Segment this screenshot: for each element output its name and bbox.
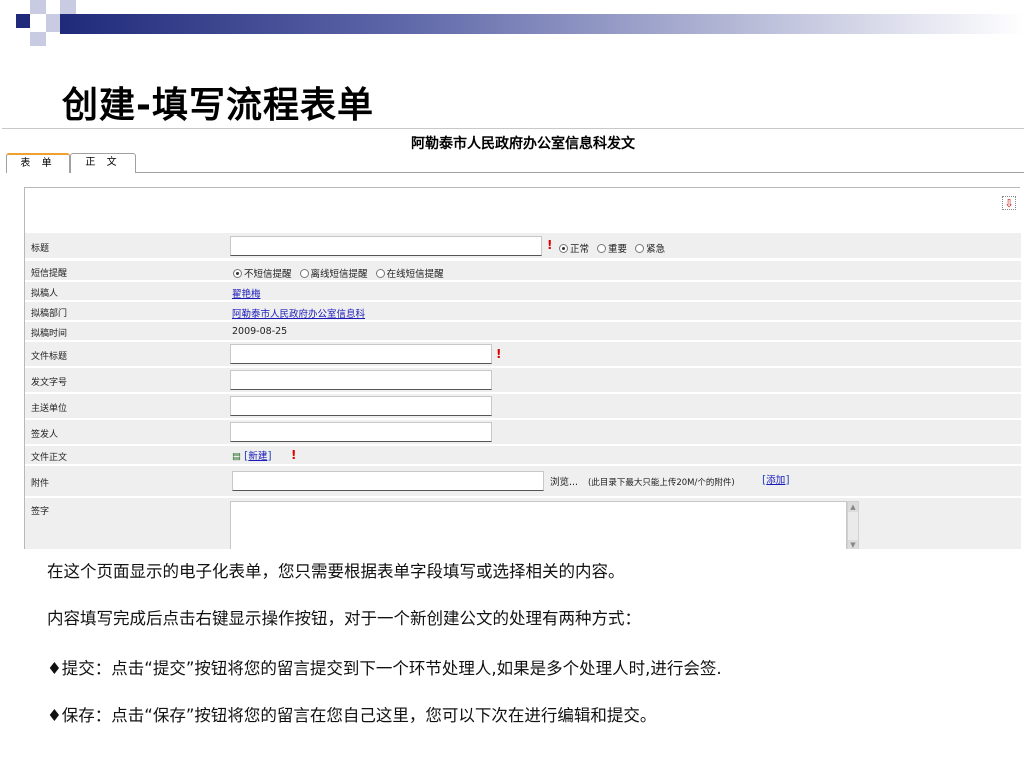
decor-square	[16, 14, 30, 28]
field-label: 拟稿部门	[31, 309, 68, 319]
tab-body[interactable]: 正 文	[70, 153, 136, 173]
field-label: 签字	[31, 507, 50, 517]
row-drafting-dept: 拟稿部门 阿勒泰市人民政府办公室信息科	[25, 302, 1021, 321]
header-gradient-band	[60, 14, 1024, 34]
slide-title: 创建-填写流程表单	[62, 85, 374, 126]
sms-radio-online[interactable]	[375, 269, 385, 278]
sms-radio-group: 不短信提醒 离线短信提醒 在线短信提醒	[233, 266, 444, 280]
required-mark: !	[496, 347, 502, 361]
row-signature: 签字 ▲ ▼	[25, 498, 1021, 549]
add-attachment: [添加]	[762, 473, 790, 486]
row-main-recipient: 主送单位	[25, 394, 1021, 419]
scroll-down-icon[interactable]: ▼	[848, 540, 858, 549]
required-mark: !	[547, 238, 553, 252]
main-recipient-input[interactable]	[230, 396, 492, 416]
note-bullet-submit: ♦提交：点击“提交”按钮将您的留言提交到下一个环节处理人,如果是多个处理人时,进…	[47, 659, 722, 678]
attachment-hint: (此目录下最大只能上传20M/个的附件)	[588, 478, 735, 488]
attachment-path-input[interactable]	[232, 471, 544, 491]
doc-body-controls: ▤ [新建]	[232, 449, 272, 462]
priority-option-label: 重要	[608, 244, 628, 255]
doc-title-input[interactable]	[230, 344, 492, 364]
field-label: 标题	[31, 244, 50, 254]
scroll-up-icon[interactable]: ▲	[848, 502, 858, 512]
priority-option-label: 正常	[570, 244, 590, 255]
row-doc-title: 文件标题 !	[25, 342, 1021, 367]
row-title: 标题 ! 正常 重要 紧急	[25, 233, 1021, 259]
row-attachment: 附件 浏览... (此目录下最大只能上传20M/个的附件) [添加]	[25, 466, 1021, 497]
decor-square	[30, 32, 46, 46]
sms-option-label: 不短信提醒	[244, 269, 292, 280]
required-mark: !	[291, 448, 297, 462]
decor-square	[46, 14, 60, 32]
signer-input[interactable]	[230, 422, 492, 442]
download-icon[interactable]: ⇩	[1002, 196, 1016, 210]
priority-radio-urgent[interactable]	[635, 244, 645, 253]
row-sms-alert: 短信提醒 不短信提醒 离线短信提醒 在线短信提醒	[25, 261, 1021, 281]
tab-divider	[136, 172, 1024, 173]
note-line: 内容填写完成后点击右键显示操作按钮，对于一个新创建公文的处理有两种方式：	[47, 609, 641, 628]
field-label: 签发人	[31, 430, 59, 440]
priority-radio-important[interactable]	[597, 244, 607, 253]
field-label: 附件	[31, 479, 50, 489]
row-doc-body: 文件正文 ▤ [新建] !	[25, 446, 1021, 465]
add-attachment-link[interactable]: 添加	[766, 475, 785, 486]
row-signer: 签发人	[25, 420, 1021, 445]
row-doc-number: 发文字号	[25, 368, 1021, 393]
tab-form[interactable]: 表 单	[6, 153, 70, 173]
form-panel: ⇩ 标题 ! 正常 重要 紧急 短信提醒 不短信提醒 离线短信提醒 在线短信提醒…	[24, 187, 1021, 549]
form-window: 阿勒泰市人民政府办公室信息科发文 表 单 正 文 ⇩ 标题 ! 正常 重要 紧急…	[2, 128, 1024, 549]
field-label: 拟稿人	[31, 289, 59, 299]
drafter-link[interactable]: 翟艳梅	[232, 286, 261, 300]
field-label: 文件正文	[31, 453, 68, 463]
sms-radio-offline[interactable]	[299, 269, 309, 278]
signature-scrollbar[interactable]: ▲ ▼	[847, 501, 859, 549]
field-label: 拟稿时间	[31, 329, 68, 339]
sms-option-label: 离线短信提醒	[310, 269, 368, 280]
drafting-dept-link[interactable]: 阿勒泰市人民政府办公室信息科	[232, 306, 365, 320]
priority-radio-normal[interactable]	[559, 244, 568, 253]
field-label: 短信提醒	[31, 269, 68, 279]
doc-number-input[interactable]	[230, 370, 492, 390]
priority-group: 正常 重要 紧急	[559, 241, 665, 255]
document-icon: ▤	[232, 451, 241, 462]
priority-option-label: 紧急	[646, 244, 666, 255]
sms-option-label: 在线短信提醒	[386, 269, 444, 280]
decor-square	[60, 0, 76, 14]
field-label: 发文字号	[31, 378, 68, 388]
decor-square	[30, 0, 46, 14]
signature-textarea[interactable]	[230, 501, 847, 549]
field-label: 主送单位	[31, 404, 68, 414]
browse-button[interactable]: 浏览...	[550, 474, 578, 488]
title-input[interactable]	[230, 236, 542, 256]
document-title: 阿勒泰市人民政府办公室信息科发文	[411, 136, 635, 152]
drafting-time-value: 2009-08-25	[232, 326, 288, 337]
row-drafting-time: 拟稿时间 2009-08-25	[25, 322, 1021, 341]
sms-radio-none[interactable]	[233, 269, 242, 278]
note-bullet-save: ♦保存：点击“保存”按钮将您的留言在您自己这里，您可以下次在进行编辑和提交。	[47, 706, 657, 725]
new-doc-link[interactable]: 新建	[248, 451, 267, 462]
note-line: 在这个页面显示的电子化表单，您只需要根据表单字段填写或选择相关的内容。	[47, 562, 625, 581]
row-drafter: 拟稿人 翟艳梅	[25, 282, 1021, 301]
field-label: 文件标题	[31, 352, 68, 362]
